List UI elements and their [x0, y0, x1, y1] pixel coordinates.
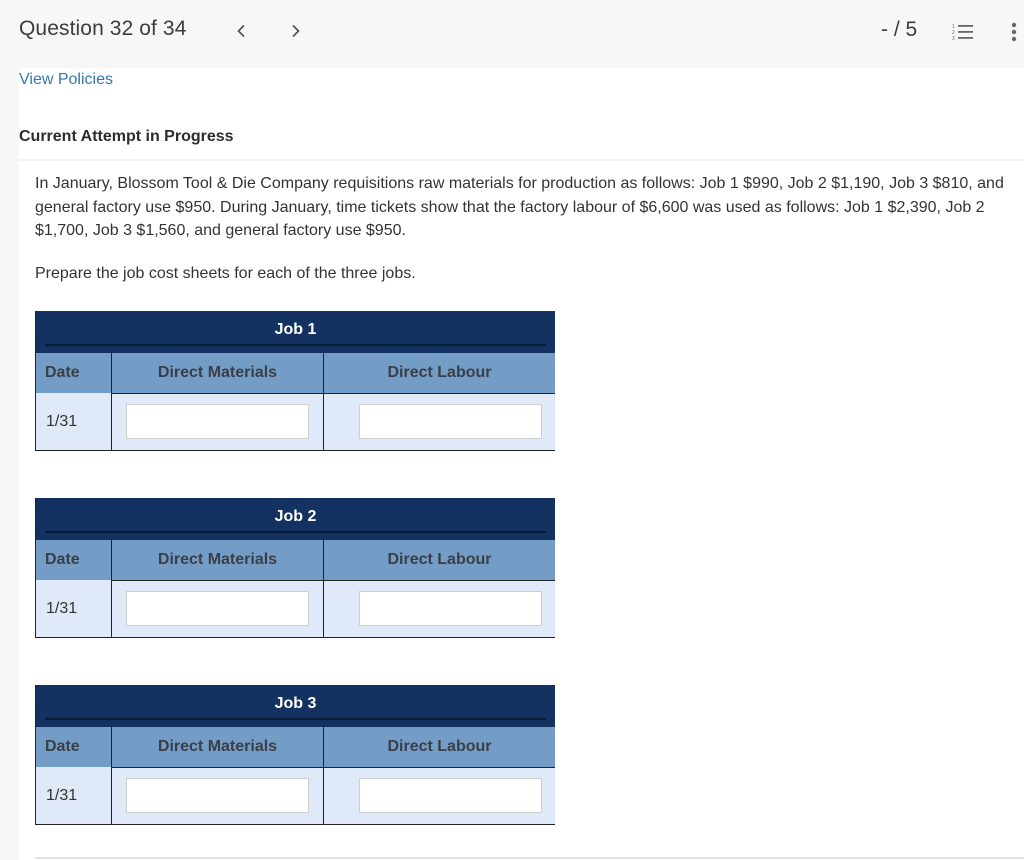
title-underline	[45, 531, 546, 533]
job-1-direct-labour-input[interactable]	[359, 404, 542, 439]
column-header-row: Date Direct Materials Direct Labour	[36, 353, 555, 393]
header-direct-labour: Direct Labour	[323, 353, 555, 393]
next-question-button[interactable]	[285, 18, 307, 44]
score-display: - / 5	[881, 18, 918, 41]
header-date: Date	[45, 551, 80, 568]
job-1-direct-materials-input[interactable]	[126, 404, 309, 439]
chevron-left-icon	[237, 25, 245, 37]
direct-materials-cell	[111, 580, 323, 637]
more-options-button[interactable]	[1009, 21, 1019, 43]
job-title-row: Job 3	[36, 685, 555, 727]
job-2-direct-labour-input[interactable]	[359, 591, 542, 626]
job-3-direct-labour-input[interactable]	[359, 778, 542, 813]
question-instruction: Prepare the job cost sheets for each of …	[35, 265, 416, 282]
question-counter: Question 32 of 34	[19, 17, 187, 40]
view-policies-link[interactable]: View Policies	[19, 71, 113, 89]
header-date: Date	[45, 364, 80, 381]
direct-materials-cell	[111, 767, 323, 824]
job-cost-sheet-1: Job 1 Date Direct Materials Direct Labou…	[35, 311, 555, 451]
header-direct-materials: Direct Materials	[111, 727, 323, 767]
job-title-row: Job 2	[36, 498, 555, 540]
divider	[19, 159, 1024, 161]
job-title: Job 3	[274, 695, 317, 712]
divider	[35, 857, 1024, 859]
numbered-list-icon: 1 2 3	[952, 24, 973, 42]
title-underline	[45, 344, 546, 346]
row-date: 1/31	[46, 786, 78, 804]
job-cost-sheet-3: Job 3 Date Direct Materials Direct Labou…	[35, 685, 555, 825]
header-direct-labour: Direct Labour	[323, 727, 555, 767]
row-date: 1/31	[46, 412, 78, 430]
chevron-right-icon	[292, 25, 300, 37]
svg-text:3: 3	[952, 36, 955, 42]
header-direct-materials: Direct Materials	[111, 540, 323, 580]
job-title: Job 2	[274, 508, 317, 525]
column-header-row: Date Direct Materials Direct Labour	[36, 727, 555, 767]
table-row: 1/31	[36, 393, 555, 450]
title-underline	[45, 718, 546, 720]
job-2-direct-materials-input[interactable]	[126, 591, 309, 626]
header-date: Date	[45, 738, 80, 755]
direct-labour-cell	[323, 393, 555, 450]
job-title-row: Job 1	[36, 311, 555, 353]
direct-labour-cell	[323, 767, 555, 824]
job-cost-sheet-2: Job 2 Date Direct Materials Direct Labou…	[35, 498, 555, 638]
attempt-status: Current Attempt in Progress	[19, 128, 234, 145]
direct-materials-cell	[111, 393, 323, 450]
more-vertical-icon	[1011, 22, 1017, 42]
question-text: In January, Blossom Tool & Die Company r…	[35, 175, 1004, 239]
question-header-bar: Question 32 of 34 - / 5 1 2 3	[0, 0, 1024, 68]
previous-question-button[interactable]	[230, 18, 252, 44]
question-content: View Policies Current Attempt in Progres…	[19, 68, 1024, 860]
question-list-button[interactable]: 1 2 3	[952, 22, 974, 42]
header-direct-labour: Direct Labour	[323, 540, 555, 580]
header-direct-materials: Direct Materials	[111, 353, 323, 393]
column-header-row: Date Direct Materials Direct Labour	[36, 540, 555, 580]
job-3-direct-materials-input[interactable]	[126, 778, 309, 813]
job-title: Job 1	[274, 321, 317, 338]
direct-labour-cell	[323, 580, 555, 637]
row-date: 1/31	[46, 599, 78, 617]
table-row: 1/31	[36, 580, 555, 637]
table-row: 1/31	[36, 767, 555, 824]
